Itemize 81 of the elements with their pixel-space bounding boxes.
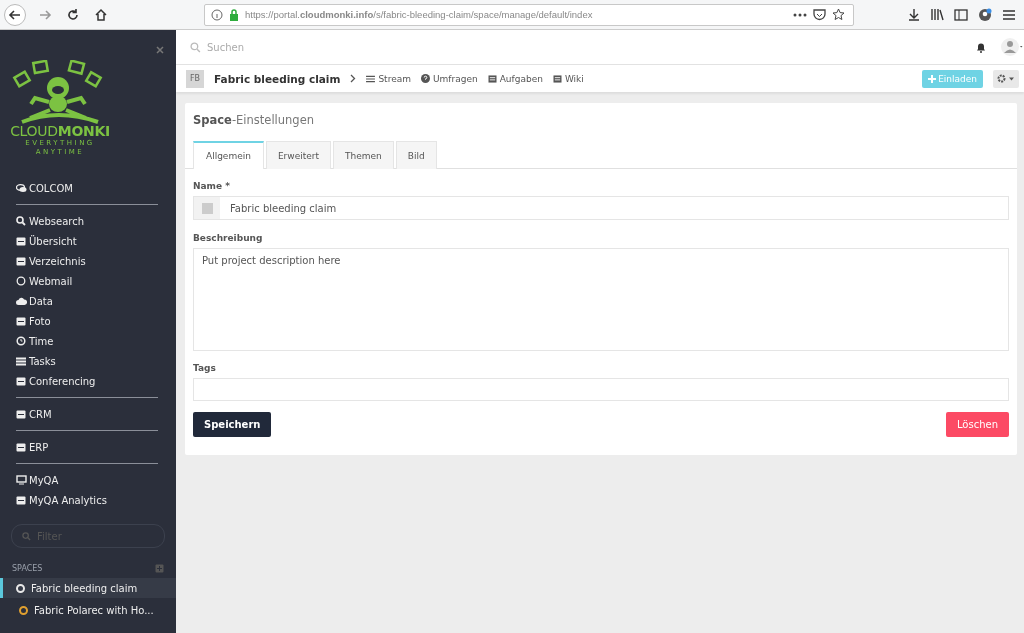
document-icon xyxy=(552,74,562,83)
field-label: Tags xyxy=(193,363,217,373)
plus-icon xyxy=(928,74,937,83)
list-icon xyxy=(16,356,26,366)
app-icon xyxy=(16,236,26,246)
download-icon[interactable] xyxy=(908,8,920,21)
space-title: Fabric bleeding claim xyxy=(214,72,341,85)
avatar-icon[interactable] xyxy=(1000,36,1024,58)
list-icon xyxy=(366,74,376,83)
library-icon[interactable] xyxy=(930,8,944,21)
reload-icon xyxy=(66,7,80,22)
sidebar-item[interactable]: Verzeichnis xyxy=(0,251,176,272)
sidebar-item[interactable]: ERP xyxy=(0,437,176,458)
app-icon xyxy=(16,376,26,386)
bell-icon[interactable] xyxy=(976,41,986,53)
search-icon xyxy=(190,41,201,53)
space-avatar: FB xyxy=(186,69,204,88)
sidebar-item[interactable]: Conferencing xyxy=(0,371,176,392)
logo-wordmark-light: CLOUD xyxy=(10,123,58,139)
description-field[interactable]: Put project description here xyxy=(193,248,1009,351)
search-icon xyxy=(22,531,31,541)
app-icon xyxy=(16,256,26,266)
star-icon[interactable] xyxy=(832,8,845,21)
sidebar-item[interactable]: Übersicht xyxy=(0,231,176,252)
monitor-icon xyxy=(16,475,27,486)
space-item[interactable]: Fabric Polarec with Ho... xyxy=(0,600,176,621)
forward-arrow-icon xyxy=(38,7,52,22)
url-text: https://portal.cloudmonki.info/s/fabric-bleeding-claim/space/manage/default/index xyxy=(245,9,593,20)
tags-field[interactable] xyxy=(193,378,1009,401)
sidebar-item[interactable]: COLCOM xyxy=(0,178,176,199)
app-icon xyxy=(16,495,26,505)
field-label: Beschreibung xyxy=(193,233,264,243)
sidebar-item[interactable]: MyQA Analytics xyxy=(0,490,176,511)
tab[interactable]: Themen xyxy=(333,141,394,169)
space-nav-link[interactable]: Stream xyxy=(366,73,411,84)
sidebar-item[interactable]: Data xyxy=(0,291,176,312)
info-icon xyxy=(211,8,223,21)
sidebar-item[interactable]: Websearch xyxy=(0,211,176,232)
document-icon xyxy=(487,74,497,83)
settings-button[interactable] xyxy=(993,69,1019,88)
chat-icon xyxy=(16,183,27,193)
app-icon xyxy=(16,409,26,419)
circle-icon xyxy=(16,276,26,287)
tab[interactable]: Allgemein xyxy=(193,141,264,169)
app-icon xyxy=(16,316,26,326)
space-nav-link[interactable]: Aufgaben xyxy=(487,73,543,84)
more-icon[interactable] xyxy=(793,12,807,17)
sidebar-item[interactable]: Webmail xyxy=(0,271,176,292)
close-button[interactable] xyxy=(156,46,164,54)
back-button[interactable] xyxy=(4,3,26,26)
sidebar-item[interactable]: Time xyxy=(0,331,176,352)
pocket-icon[interactable] xyxy=(813,8,826,21)
account-icon[interactable] xyxy=(978,7,992,22)
gear-icon xyxy=(997,74,1015,83)
address-bar[interactable]: https://portal.cloudmonki.info/s/fabric-bleeding-claim/space/manage/default/index xyxy=(204,3,854,26)
back-arrow-icon xyxy=(8,7,22,22)
app-icon xyxy=(16,442,26,452)
clock-icon xyxy=(16,336,26,347)
save-button[interactable]: Speichern xyxy=(193,412,272,437)
spaces-heading: SPACES xyxy=(12,563,43,573)
chevron-right-icon xyxy=(350,74,357,83)
cloud-icon xyxy=(16,297,27,306)
space-nav-link[interactable]: Umfragen xyxy=(420,73,478,84)
question-icon xyxy=(420,74,430,83)
menu-icon[interactable] xyxy=(1002,8,1016,21)
tab[interactable]: Erweitert xyxy=(265,141,331,169)
panel-title: Space-Einstellungen xyxy=(192,112,315,129)
space-nav-link[interactable]: Wiki xyxy=(552,73,584,84)
space-item[interactable]: Fabric bleeding claim xyxy=(0,578,176,599)
field-label: Name * xyxy=(193,181,231,191)
tab[interactable]: Bild xyxy=(395,141,437,169)
sidebar-icon[interactable] xyxy=(954,8,968,21)
search-icon xyxy=(16,216,26,227)
logo-wordmark-bold: MONKI xyxy=(57,123,110,139)
sidebar-item[interactable]: CRM xyxy=(0,404,176,425)
lock-icon xyxy=(229,8,239,21)
sidebar-item[interactable]: MyQA xyxy=(0,470,176,491)
sidebar-item[interactable]: Tasks xyxy=(0,351,176,372)
color-swatch[interactable] xyxy=(201,202,213,214)
sidebar-item[interactable]: Foto xyxy=(0,311,176,332)
home-icon xyxy=(94,7,108,22)
